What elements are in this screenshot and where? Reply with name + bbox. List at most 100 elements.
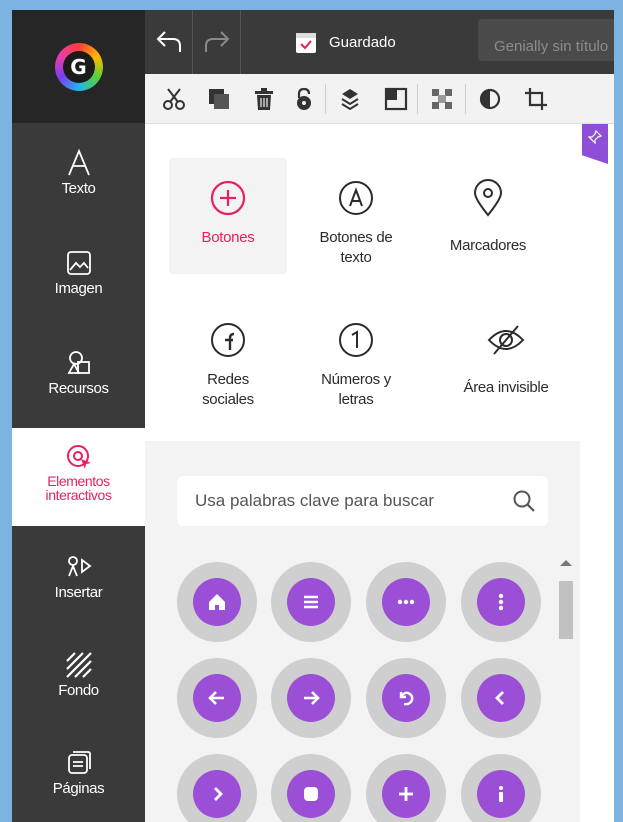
sidebar-item-label: Recursos — [48, 380, 109, 397]
project-title-input[interactable] — [478, 19, 614, 61]
redo-button[interactable] — [193, 10, 241, 74]
scroll-thumb[interactable] — [559, 581, 573, 639]
button-option-arrow-left[interactable] — [177, 658, 257, 738]
toolbar-divider — [465, 84, 466, 114]
redo-icon — [204, 31, 229, 52]
category-botones-de-texto[interactable]: Botones de texto — [297, 158, 415, 274]
interactive-cursor-icon — [65, 440, 93, 474]
undo-circle-icon — [399, 691, 414, 706]
number-one-icon — [338, 310, 374, 370]
menu-icon — [304, 595, 318, 609]
category-numeros-y-letras[interactable]: Números y letras — [297, 300, 415, 416]
chevron-right-icon — [214, 787, 223, 801]
app-window: G Texto Imagen Recursos Elementos intera… — [12, 10, 614, 822]
button-option-home[interactable] — [177, 562, 257, 642]
button-option-menu[interactable] — [271, 562, 351, 642]
plus-icon — [399, 787, 413, 801]
category-label: Botones de — [319, 229, 393, 246]
sidebar-item-imagen[interactable]: Imagen — [12, 246, 145, 308]
edit-toolbar — [145, 74, 614, 124]
arrange-icon[interactable] — [379, 82, 413, 116]
text-button-icon — [338, 168, 374, 228]
delete-icon[interactable] — [247, 82, 281, 116]
cut-icon[interactable] — [157, 82, 191, 116]
duplicate-icon[interactable] — [202, 82, 236, 116]
category-label: Área invisible — [463, 379, 549, 396]
button-option-undo[interactable] — [366, 658, 446, 738]
chevron-left-icon — [495, 691, 504, 705]
category-botones[interactable]: Botones — [169, 158, 287, 274]
facebook-icon — [210, 310, 246, 370]
sidebar-item-recursos[interactable]: Recursos — [12, 346, 145, 408]
top-bar: Guardado — [145, 10, 614, 74]
sidebar-item-label: interactivos — [45, 487, 112, 503]
category-label: Marcadores — [449, 237, 527, 254]
search-icon[interactable] — [512, 489, 536, 518]
sidebar: G Texto Imagen Recursos Elementos intera… — [12, 10, 145, 822]
button-option-arrow-right[interactable] — [271, 658, 351, 738]
transparency-icon[interactable] — [425, 82, 459, 116]
category-marcadores[interactable]: Marcadores — [429, 158, 547, 274]
lock-icon[interactable] — [287, 82, 321, 116]
interactive-elements-panel: Botones Botones de texto Marcadores Rede… — [145, 124, 580, 822]
genially-logo: G — [54, 42, 103, 91]
undo-button[interactable] — [145, 10, 193, 74]
text-icon — [66, 146, 92, 180]
pin-panel-button[interactable] — [582, 124, 608, 164]
category-area-invisible[interactable]: Área invisible — [441, 300, 571, 416]
scroll-up-arrow[interactable] — [560, 560, 572, 566]
sidebar-item-label: Elementos — [47, 473, 110, 489]
info-icon — [499, 786, 503, 802]
button-option-more-horizontal[interactable] — [366, 562, 446, 642]
sidebar-item-label: Fondo — [58, 682, 99, 699]
category-label: sociales — [202, 391, 254, 408]
image-icon — [66, 246, 92, 280]
more-horizontal-icon — [397, 599, 415, 605]
sidebar-item-insertar[interactable]: Insertar — [12, 550, 145, 612]
sidebar-item-label: Páginas — [52, 780, 105, 797]
insert-icon — [65, 550, 93, 584]
undo-icon — [156, 31, 181, 52]
color-icon[interactable] — [473, 82, 507, 116]
button-option-chevron-left[interactable] — [461, 658, 541, 738]
panel-notch — [353, 430, 377, 442]
sidebar-item-label: Texto — [61, 180, 96, 197]
search-box[interactable] — [177, 476, 548, 526]
background-icon — [65, 648, 93, 682]
button-option-more-vertical[interactable] — [461, 562, 541, 642]
logo-area[interactable]: G — [12, 10, 145, 123]
sidebar-item-paginas[interactable]: Páginas — [12, 746, 145, 808]
sidebar-item-elementos-interactivos[interactable]: Elementos interactivos — [12, 428, 145, 526]
search-input[interactable] — [195, 491, 495, 511]
plus-circle-icon — [210, 168, 246, 228]
gallery-scrollbar[interactable] — [554, 554, 578, 822]
sidebar-item-texto[interactable]: Texto — [12, 146, 145, 208]
toolbar-divider — [417, 84, 418, 114]
saved-calendar-icon — [296, 33, 316, 53]
sidebar-item-fondo[interactable]: Fondo — [12, 648, 145, 710]
pin-icon — [588, 130, 602, 144]
arrow-right-icon — [304, 691, 320, 705]
map-marker-icon — [473, 168, 503, 228]
category-label: texto — [340, 249, 372, 266]
category-label: Redes — [207, 371, 249, 388]
saved-label: Guardado — [329, 33, 396, 51]
logo-letter: G — [62, 50, 95, 83]
toolbar-divider — [325, 84, 326, 114]
eye-off-icon — [486, 310, 526, 370]
crop-icon[interactable] — [519, 82, 553, 116]
category-label: Números y — [321, 371, 391, 388]
sidebar-item-label: Imagen — [54, 280, 103, 297]
more-vertical-icon — [498, 593, 504, 611]
arrow-left-icon — [208, 691, 224, 705]
category-label: letras — [338, 391, 374, 408]
category-label: Botones — [201, 229, 255, 246]
layers-icon[interactable] — [333, 82, 367, 116]
category-redes-sociales[interactable]: Redes sociales — [169, 300, 287, 416]
save-status[interactable]: Guardado — [295, 10, 396, 74]
home-icon — [209, 594, 225, 610]
stop-icon — [304, 787, 318, 801]
sidebar-item-label: Insertar — [54, 584, 103, 601]
resources-icon — [66, 346, 92, 380]
pages-icon — [66, 746, 92, 780]
